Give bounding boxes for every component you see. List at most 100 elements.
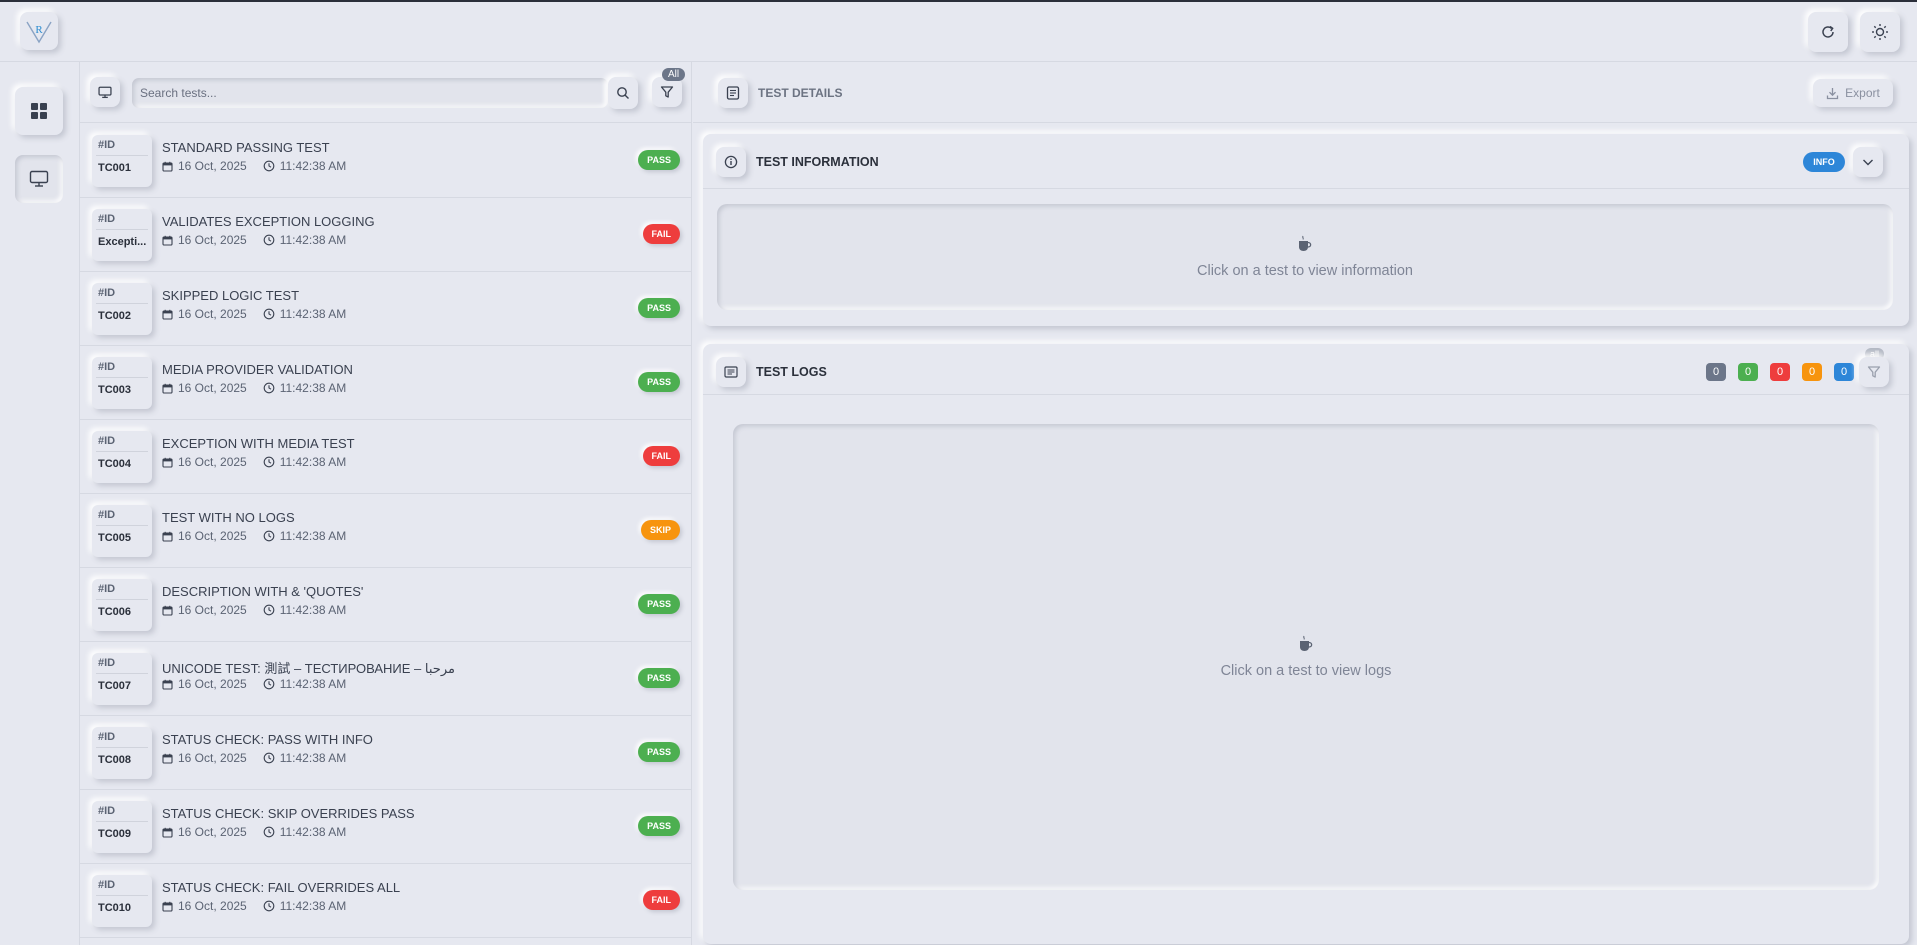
info-empty-text: Click on a test to view information — [1197, 263, 1413, 279]
export-button[interactable]: Export — [1813, 79, 1893, 107]
status-badge: FAIL — [642, 446, 680, 466]
logs-icon-badge — [716, 357, 746, 387]
filter-button[interactable] — [652, 77, 682, 107]
collapse-info-button[interactable] — [1853, 147, 1883, 177]
theme-toggle-button[interactable] — [1860, 12, 1900, 52]
status-badge: PASS — [638, 742, 680, 762]
test-meta: 16 Oct, 2025 11:42:38 AM — [162, 677, 346, 691]
dashboard-nav-button[interactable] — [15, 87, 63, 135]
log-count-badge[interactable]: 0 — [1738, 363, 1758, 381]
tests-nav-button[interactable] — [15, 155, 63, 203]
log-count-badge[interactable]: 0 — [1834, 363, 1854, 381]
test-id-label: #ID — [98, 879, 116, 891]
test-row[interactable]: #ID Excepti... VALIDATES EXCEPTION LOGGING… — [80, 198, 692, 272]
test-row[interactable]: #ID TC002 SKIPPED LOGIC TEST 16 Oct, 2025 11… — [80, 272, 692, 346]
test-date: 16 Oct, 2025 — [178, 825, 247, 839]
test-time: 11:42:38 AM — [279, 825, 347, 839]
test-id-label: #ID — [98, 731, 116, 743]
test-id-divider — [96, 747, 148, 748]
test-row[interactable]: #ID TC005 TEST WITH NO LOGS 16 Oct, 2025 11:… — [80, 494, 692, 568]
test-id-value: TC006 — [98, 606, 132, 618]
test-date: 16 Oct, 2025 — [178, 455, 247, 469]
details-header: TEST DETAILS Export — [693, 62, 1917, 123]
test-information-header[interactable]: TEST INFORMATION INFO — [703, 134, 1909, 189]
view-toggle-button[interactable] — [90, 77, 120, 107]
calendar-icon — [162, 309, 173, 320]
test-id-value: Excepti... — [98, 236, 147, 248]
clock-icon — [263, 826, 275, 838]
test-row[interactable]: #ID TC010 STATUS CHECK: FAIL OVERRIDES ALL… — [80, 864, 692, 938]
test-id-box: #ID TC010 — [92, 875, 152, 927]
test-id-value: TC003 — [98, 384, 132, 396]
test-title: UNICODE TEST: 測試 – ТЕСТИРОВАНИЕ – مرحبا — [162, 661, 455, 676]
calendar-icon — [162, 901, 173, 912]
info-empty-state: Click on a test to view information — [717, 204, 1893, 310]
search-icon — [617, 87, 629, 99]
status-badge: PASS — [638, 594, 680, 614]
test-id-value: TC009 — [98, 828, 132, 840]
app-logo[interactable]: R — [20, 12, 58, 50]
test-id-box: #ID TC002 — [92, 283, 152, 335]
test-id-box: #ID Excepti... — [92, 209, 152, 261]
test-id-box: #ID TC004 — [92, 431, 152, 483]
test-id-divider — [96, 895, 148, 896]
test-date: 16 Oct, 2025 — [178, 603, 247, 617]
test-row[interactable]: #ID TC001 STANDARD PASSING TEST 16 Oct, 202… — [80, 124, 692, 198]
test-time: 11:42:38 AM — [279, 233, 347, 247]
test-row[interactable]: #ID TC009 STATUS CHECK: SKIP OVERRIDES PAS… — [80, 790, 692, 864]
log-count-badge[interactable]: 0 — [1802, 363, 1822, 381]
status-badge: SKIP — [640, 520, 680, 540]
test-time: 11:42:38 AM — [279, 307, 347, 321]
test-id-label: #ID — [98, 657, 116, 669]
test-meta: 16 Oct, 2025 11:42:38 AM — [162, 751, 346, 765]
test-id-box: #ID TC008 — [92, 727, 152, 779]
clock-icon — [263, 604, 275, 616]
monitor-icon — [98, 86, 112, 98]
refresh-icon — [1822, 25, 1834, 38]
test-date: 16 Oct, 2025 — [178, 677, 247, 691]
download-icon — [1827, 87, 1839, 99]
logs-empty-text: Click on a test to view logs — [1220, 663, 1392, 679]
info-icon-badge — [716, 147, 746, 177]
test-list-panel: All #ID TC001 STANDARD PASSING TEST 16 Oct,… — [80, 62, 692, 945]
test-information-title: TEST INFORMATION — [756, 155, 879, 169]
chevron-down-icon — [1863, 159, 1873, 166]
test-id-label: #ID — [98, 213, 116, 225]
clock-icon — [263, 752, 275, 764]
filter-icon — [660, 86, 674, 98]
test-title: STATUS CHECK: PASS WITH INFO — [162, 732, 373, 747]
clock-icon — [263, 234, 275, 246]
coffee-cup-icon — [1300, 635, 1313, 651]
test-meta: 16 Oct, 2025 11:42:38 AM — [162, 159, 346, 173]
test-row[interactable]: #ID TC003 MEDIA PROVIDER VALIDATION 16 Oct,… — [80, 346, 692, 420]
search-input[interactable] — [132, 78, 606, 108]
clock-icon — [263, 308, 275, 320]
calendar-icon — [162, 753, 173, 764]
test-time: 11:42:38 AM — [279, 899, 347, 913]
calendar-icon — [162, 679, 173, 690]
refresh-button[interactable] — [1808, 12, 1848, 52]
status-badge: FAIL — [642, 890, 680, 910]
test-row[interactable]: #ID TC008 STATUS CHECK: PASS WITH INFO 16 O… — [80, 716, 692, 790]
info-icon — [724, 155, 738, 169]
calendar-icon — [162, 383, 173, 394]
search-button[interactable] — [608, 77, 638, 109]
sun-icon — [1872, 24, 1888, 40]
logs-filter-button[interactable] — [1859, 357, 1889, 387]
test-date: 16 Oct, 2025 — [178, 233, 247, 247]
test-row[interactable]: #ID TC004 EXCEPTION WITH MEDIA TEST 16 Oct,… — [80, 420, 692, 494]
test-id-label: #ID — [98, 583, 116, 595]
test-id-box: #ID TC009 — [92, 801, 152, 853]
test-logs-card: TEST LOGS 00000 all Click on a test to v… — [703, 344, 1909, 944]
status-badge: PASS — [638, 668, 680, 688]
search-box — [132, 78, 608, 108]
log-count-badge[interactable]: 0 — [1706, 363, 1726, 381]
log-count-badge[interactable]: 0 — [1770, 363, 1790, 381]
test-row[interactable]: #ID TC007 UNICODE TEST: 測試 – ТЕСТИРОВАНИЕ … — [80, 642, 692, 716]
test-list: #ID TC001 STANDARD PASSING TEST 16 Oct, 202… — [80, 124, 692, 938]
test-id-box: #ID TC007 — [92, 653, 152, 705]
test-id-divider — [96, 155, 148, 156]
test-time: 11:42:38 AM — [279, 381, 347, 395]
test-row[interactable]: #ID TC006 DESCRIPTION WITH & 'QUOTES' 16 Oc… — [80, 568, 692, 642]
test-logs-title: TEST LOGS — [756, 365, 827, 379]
